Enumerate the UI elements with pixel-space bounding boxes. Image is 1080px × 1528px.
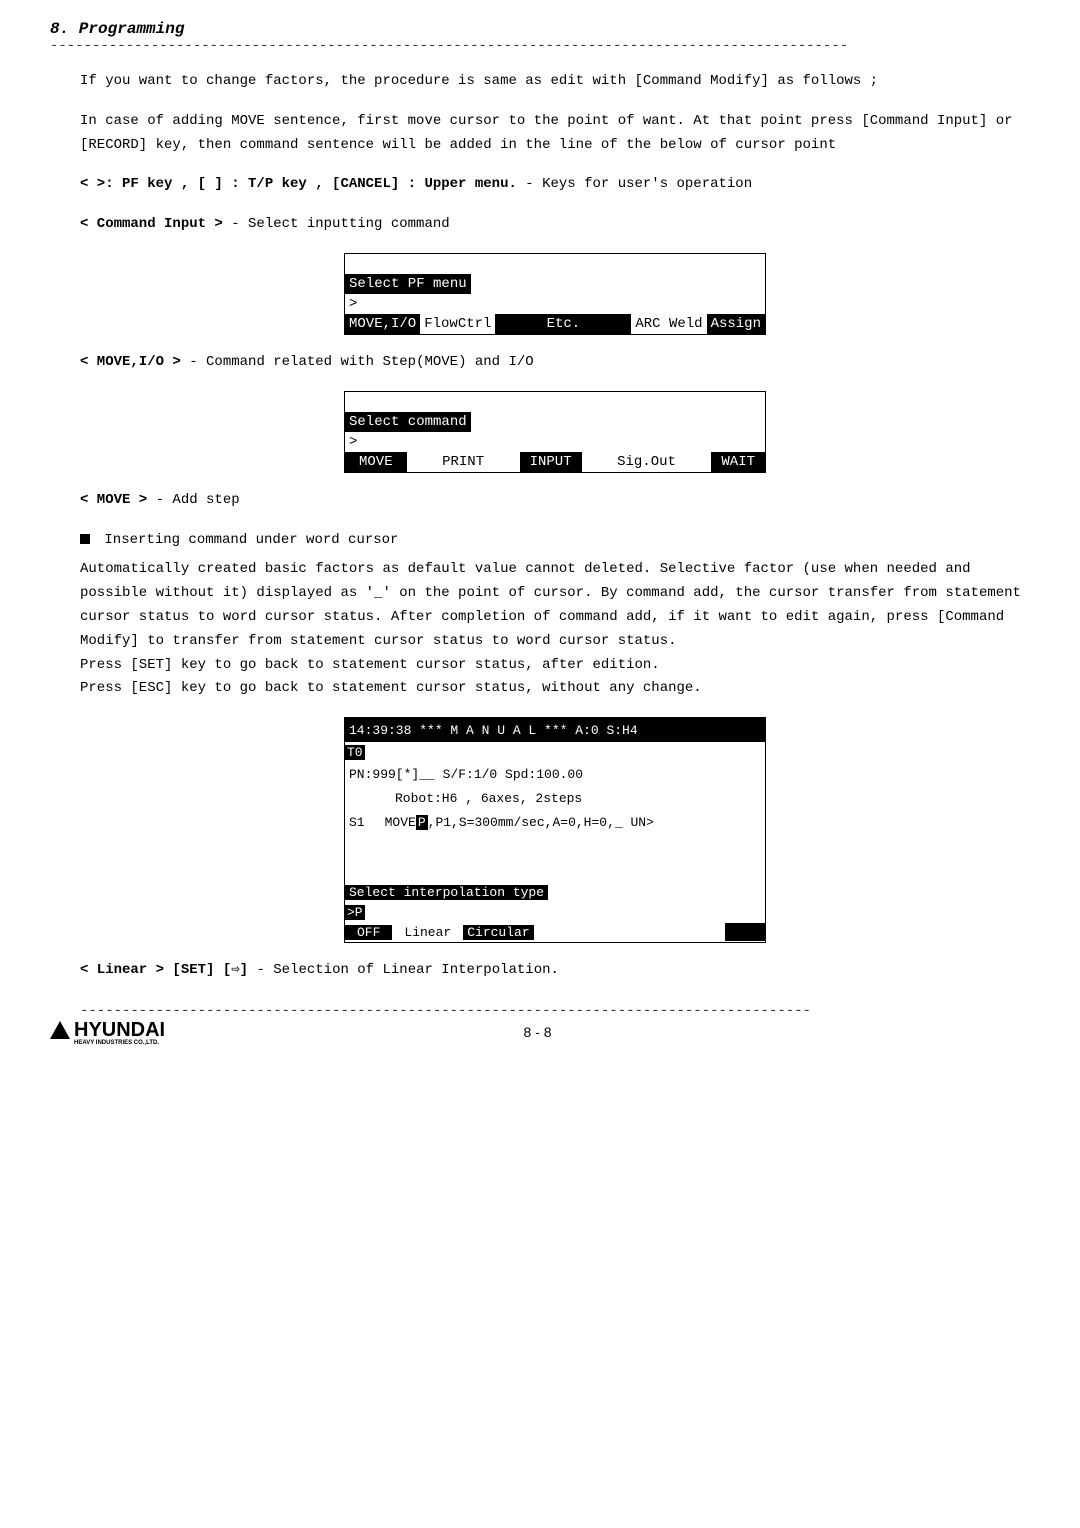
screen-select-title-row: Select interpolation type — [345, 882, 765, 902]
screen-t0: T0 — [345, 745, 365, 760]
screen-opt-off[interactable]: OFF — [345, 925, 392, 940]
logo-block: HYUNDAI HEAVY INDUSTRIES CO.,LTD. — [50, 1019, 165, 1046]
screen-s1-row: S1 MOVE P ,P1,S=300mm/sec,A=0,H=0,_ UN> — [345, 810, 765, 834]
linear-suffix: - Selection of Linear Interpolation. — [248, 962, 559, 978]
pf-key-prefix: < >: PF key , [ ] : T/P key , [CANCEL] :… — [80, 176, 517, 192]
screen-opt-linear[interactable]: Linear — [392, 925, 463, 940]
pf-opt-flowctrl[interactable]: FlowCtrl — [420, 314, 495, 334]
brand-subtitle: HEAVY INDUSTRIES CO.,LTD. — [74, 1040, 165, 1046]
command-menu-title: Select command — [345, 412, 471, 432]
manual-screen: 14:39:38 *** M A N U A L *** A:0 S:H4 T0… — [344, 717, 766, 943]
paragraph-5: Press [ESC] key to go back to statement … — [80, 677, 1030, 701]
command-input-prefix: < Command Input > — [80, 216, 223, 232]
cmd-opt-wait[interactable]: WAIT — [711, 452, 765, 472]
screen-blank1 — [345, 834, 765, 858]
screen-s1-cursor: P — [416, 815, 428, 830]
pf-menu-title-row: Select PF menu — [345, 274, 765, 294]
pf-menu-title: Select PF menu — [345, 274, 471, 294]
screen-right-block — [725, 923, 765, 941]
move-prefix: < MOVE > — [80, 492, 147, 508]
triangle-icon — [50, 1021, 70, 1039]
command-menu-prompt-row: > — [345, 432, 765, 452]
linear-prefix: < Linear > [SET] [⇨] — [80, 962, 248, 978]
paragraph-4: Press [SET] key to go back to statement … — [80, 654, 1030, 678]
footer-divider: ----------------------------------------… — [80, 1003, 1030, 1019]
inserting-title: Inserting command under word cursor — [104, 532, 398, 548]
screen-select-prompt: >P — [345, 905, 365, 920]
paragraph-1: If you want to change factors, the proce… — [80, 70, 1030, 94]
command-menu-prompt: > — [345, 432, 361, 452]
move-line: < MOVE > - Add step — [80, 489, 1030, 513]
screen-s1-label: S1 — [349, 815, 365, 830]
screen-t0-row: T0 — [345, 742, 765, 762]
cmd-opt-move[interactable]: MOVE — [345, 452, 407, 472]
page-footer: ----------------------------------------… — [50, 1003, 1030, 1046]
pf-opt-etc[interactable]: Etc. — [495, 314, 631, 334]
command-input-line: < Command Input > - Select inputting com… — [80, 213, 1030, 237]
screen-blank2 — [345, 858, 765, 882]
command-menu-blank — [345, 392, 765, 412]
pf-menu-box: Select PF menu > MOVE,I/O FlowCtrl Etc. … — [344, 253, 766, 335]
command-menu-options: MOVE PRINT INPUT Sig.Out WAIT — [345, 452, 765, 472]
command-menu-title-row: Select command — [345, 412, 765, 432]
header-divider: ----------------------------------------… — [50, 38, 1030, 54]
cmd-opt-input[interactable]: INPUT — [520, 452, 582, 472]
pf-key-suffix: - Keys for user's operation — [517, 176, 752, 192]
chapter-title: 8. Programming — [50, 20, 1030, 38]
cmd-opt-sigout[interactable]: Sig.Out — [613, 452, 680, 472]
square-bullet-icon — [80, 534, 90, 544]
pf-menu-prompt: > — [345, 294, 361, 314]
screen-select-prompt-row: >P — [345, 902, 765, 922]
pf-menu-options: MOVE,I/O FlowCtrl Etc. ARC Weld Assign — [345, 314, 765, 334]
screen-footer-row: OFF Linear Circular — [345, 922, 765, 942]
screen-select-title: Select interpolation type — [345, 885, 548, 900]
command-menu-box: Select command > MOVE PRINT INPUT Sig.Ou… — [344, 391, 766, 473]
pf-opt-arcweld[interactable]: ARC Weld — [631, 314, 706, 334]
paragraph-2: In case of adding MOVE sentence, first m… — [80, 110, 1030, 158]
screen-robot: Robot:H6 , 6axes, 2steps — [345, 786, 765, 810]
moveio-line: < MOVE,I/O > - Command related with Step… — [80, 351, 1030, 375]
cmd-opt-print[interactable]: PRINT — [438, 452, 488, 472]
linear-line: < Linear > [SET] [⇨] - Selection of Line… — [80, 959, 1030, 983]
command-input-suffix: - Select inputting command — [223, 216, 450, 232]
pf-menu-blank — [345, 254, 765, 274]
pf-key-line: < >: PF key , [ ] : T/P key , [CANCEL] :… — [80, 173, 1030, 197]
paragraph-3: Automatically created basic factors as d… — [80, 558, 1030, 653]
screen-opt-circular[interactable]: Circular — [463, 925, 533, 940]
brand-name: HYUNDAI — [74, 1019, 165, 1042]
bullet-section: Inserting command under word cursor Auto… — [80, 529, 1030, 702]
pf-menu-prompt-row: > — [345, 294, 765, 314]
pf-opt-assign[interactable]: Assign — [707, 314, 765, 334]
pf-opt-moveio[interactable]: MOVE,I/O — [345, 314, 420, 334]
page-number: 8 - 8 — [524, 1024, 552, 1040]
moveio-prefix: < MOVE,I/O > — [80, 354, 181, 370]
screen-s1-pre: MOVE — [385, 815, 416, 830]
move-suffix: - Add step — [147, 492, 239, 508]
screen-pn: PN:999[*]__ S/F:1/0 Spd:100.00 — [345, 762, 765, 786]
screen-header: 14:39:38 *** M A N U A L *** A:0 S:H4 — [345, 718, 765, 742]
screen-s1-post: ,P1,S=300mm/sec,A=0,H=0,_ UN> — [428, 815, 654, 830]
moveio-suffix: - Command related with Step(MOVE) and I/… — [181, 354, 534, 370]
